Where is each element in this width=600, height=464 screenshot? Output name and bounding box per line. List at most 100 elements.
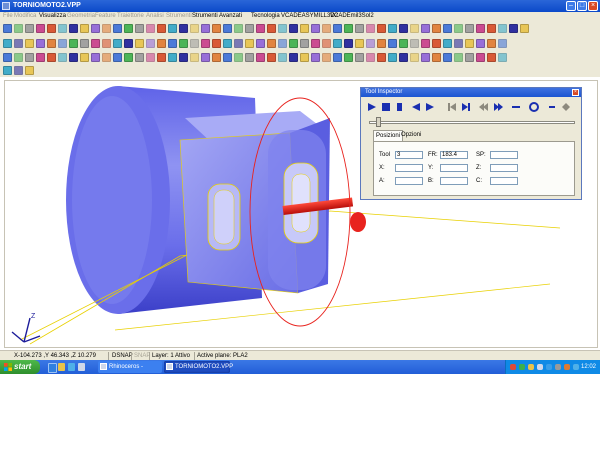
toolbar-tool-icon[interactable] bbox=[179, 53, 188, 62]
toolbar-tool-icon[interactable] bbox=[212, 39, 221, 48]
toolbar-tool-icon[interactable] bbox=[146, 39, 155, 48]
menu-geometria[interactable]: Geometria bbox=[67, 12, 95, 21]
progress-slider-track[interactable] bbox=[369, 121, 575, 124]
toolbar-tool-icon[interactable] bbox=[190, 53, 199, 62]
toolbar-tool-icon[interactable] bbox=[333, 53, 342, 62]
toolbar-tool-icon[interactable] bbox=[377, 24, 386, 33]
toolbar-tool-icon[interactable] bbox=[234, 53, 243, 62]
toolbar-tool-icon[interactable] bbox=[190, 24, 199, 33]
toolbar-tool-icon[interactable] bbox=[113, 53, 122, 62]
toolbar-tool-icon[interactable] bbox=[476, 24, 485, 33]
toolbar-tool-icon[interactable] bbox=[487, 39, 496, 48]
toolbar-tool-icon[interactable] bbox=[124, 39, 133, 48]
tray-icon-4[interactable] bbox=[537, 364, 543, 370]
toolbar-tool-icon[interactable] bbox=[289, 39, 298, 48]
toolbar-tool-icon[interactable] bbox=[14, 66, 23, 75]
toolbar-tool-icon[interactable] bbox=[36, 24, 45, 33]
toolbar-tool-icon[interactable] bbox=[25, 24, 34, 33]
toolbar-tool-icon[interactable] bbox=[58, 53, 67, 62]
minus-icon[interactable] bbox=[547, 102, 557, 112]
toolbar-tool-icon[interactable] bbox=[234, 39, 243, 48]
toolbar-tool-icon[interactable] bbox=[399, 24, 408, 33]
fr-field[interactable]: 183.4 bbox=[440, 151, 468, 159]
maximize-button[interactable]: □ bbox=[577, 1, 587, 11]
toolbar-tool-icon[interactable] bbox=[344, 53, 353, 62]
toolbar-tool-icon[interactable] bbox=[278, 39, 287, 48]
toolbar-tool-icon[interactable] bbox=[377, 53, 386, 62]
toolbar-tool-icon[interactable] bbox=[14, 53, 23, 62]
toolbar-tool-icon[interactable] bbox=[421, 24, 430, 33]
desktop-quicklaunch-icon[interactable] bbox=[68, 363, 75, 371]
tray-icon-6[interactable] bbox=[555, 364, 561, 370]
tray-icon-3[interactable] bbox=[528, 364, 534, 370]
toolbar-tool-icon[interactable] bbox=[322, 53, 331, 62]
toolbar-tool-icon[interactable] bbox=[388, 53, 397, 62]
menu-strumenti-avanzati[interactable]: Strumenti Avanzati bbox=[192, 12, 242, 21]
c-field[interactable] bbox=[490, 177, 518, 185]
menu-feature[interactable]: Feature bbox=[95, 12, 116, 21]
toolbar-tool-icon[interactable] bbox=[267, 39, 276, 48]
b-field[interactable] bbox=[440, 177, 468, 185]
toolbar-tool-icon[interactable] bbox=[212, 24, 221, 33]
toolbar-tool-icon[interactable] bbox=[366, 24, 375, 33]
toolbar-tool-icon[interactable] bbox=[443, 24, 452, 33]
toolbar-tool-icon[interactable] bbox=[245, 53, 254, 62]
tool-field[interactable]: 3 bbox=[395, 151, 423, 159]
toolbar-tool-icon[interactable] bbox=[135, 53, 144, 62]
toolbar-tool-icon[interactable] bbox=[399, 53, 408, 62]
menu-file[interactable]: File bbox=[3, 12, 13, 21]
toolbar-tool-icon[interactable] bbox=[80, 39, 89, 48]
toolbar-tool-icon[interactable] bbox=[432, 24, 441, 33]
toolbar-tool-icon[interactable] bbox=[355, 53, 364, 62]
toolbar-tool-icon[interactable] bbox=[245, 39, 254, 48]
progress-slider-thumb[interactable] bbox=[376, 117, 381, 127]
stop-icon[interactable] bbox=[381, 102, 391, 112]
step-back-icon[interactable] bbox=[411, 102, 421, 112]
toolbar-tool-icon[interactable] bbox=[377, 39, 386, 48]
ie-quicklaunch-icon[interactable] bbox=[48, 363, 57, 373]
toolbar-tool-icon[interactable] bbox=[267, 24, 276, 33]
menu-tecnologia[interactable]: Tecnologia bbox=[251, 12, 280, 21]
toolbar-tool-icon[interactable] bbox=[58, 24, 67, 33]
tray-icon-1[interactable] bbox=[510, 364, 516, 370]
toolbar-tool-icon[interactable] bbox=[157, 53, 166, 62]
toolbar-tool-icon[interactable] bbox=[69, 39, 78, 48]
rewind-icon[interactable] bbox=[479, 102, 489, 112]
tray-icon-2[interactable] bbox=[519, 364, 525, 370]
menu-visualizza[interactable]: Visualizza bbox=[39, 12, 66, 21]
toolbar-tool-icon[interactable] bbox=[3, 53, 12, 62]
toolbar-tool-icon[interactable] bbox=[311, 39, 320, 48]
toolbar-tool-icon[interactable] bbox=[487, 53, 496, 62]
toolbar-tool-icon[interactable] bbox=[454, 39, 463, 48]
toolbar-tool-icon[interactable] bbox=[256, 24, 265, 33]
toolbar-tool-icon[interactable] bbox=[157, 39, 166, 48]
pause-icon[interactable] bbox=[395, 102, 405, 112]
toolbar-tool-icon[interactable] bbox=[223, 24, 232, 33]
toolbar-tool-icon[interactable] bbox=[25, 39, 34, 48]
toolbar-tool-icon[interactable] bbox=[311, 53, 320, 62]
toolbar-tool-icon[interactable] bbox=[487, 24, 496, 33]
toolbar-tool-icon[interactable] bbox=[333, 24, 342, 33]
toolbar-tool-icon[interactable] bbox=[333, 39, 342, 48]
dialog-title-bar[interactable]: Tool Inspector × bbox=[361, 88, 581, 97]
toolbar-tool-icon[interactable] bbox=[102, 39, 111, 48]
toolbar-tool-icon[interactable] bbox=[322, 24, 331, 33]
toolbar-tool-icon[interactable] bbox=[201, 24, 210, 33]
tray-icon-5[interactable] bbox=[546, 364, 552, 370]
toolbar-tool-icon[interactable] bbox=[465, 53, 474, 62]
toolbar-tool-icon[interactable] bbox=[355, 24, 364, 33]
toolbar-tool-icon[interactable] bbox=[278, 24, 287, 33]
toolbar-tool-icon[interactable] bbox=[344, 24, 353, 33]
toolbar-tool-icon[interactable] bbox=[36, 53, 45, 62]
tray-icon-7[interactable] bbox=[564, 364, 570, 370]
toolbar-tool-icon[interactable] bbox=[245, 24, 254, 33]
toolbar-tool-icon[interactable] bbox=[311, 24, 320, 33]
toolbar-tool-icon[interactable] bbox=[190, 39, 199, 48]
toolbar-tool-icon[interactable] bbox=[69, 24, 78, 33]
toolbar-tool-icon[interactable] bbox=[146, 24, 155, 33]
toolbar-tool-icon[interactable] bbox=[300, 53, 309, 62]
toolbar-tool-icon[interactable] bbox=[388, 24, 397, 33]
tab-opzioni[interactable]: Opzioni bbox=[399, 130, 423, 141]
toolbar-tool-icon[interactable] bbox=[443, 53, 452, 62]
toolbar-tool-icon[interactable] bbox=[212, 53, 221, 62]
